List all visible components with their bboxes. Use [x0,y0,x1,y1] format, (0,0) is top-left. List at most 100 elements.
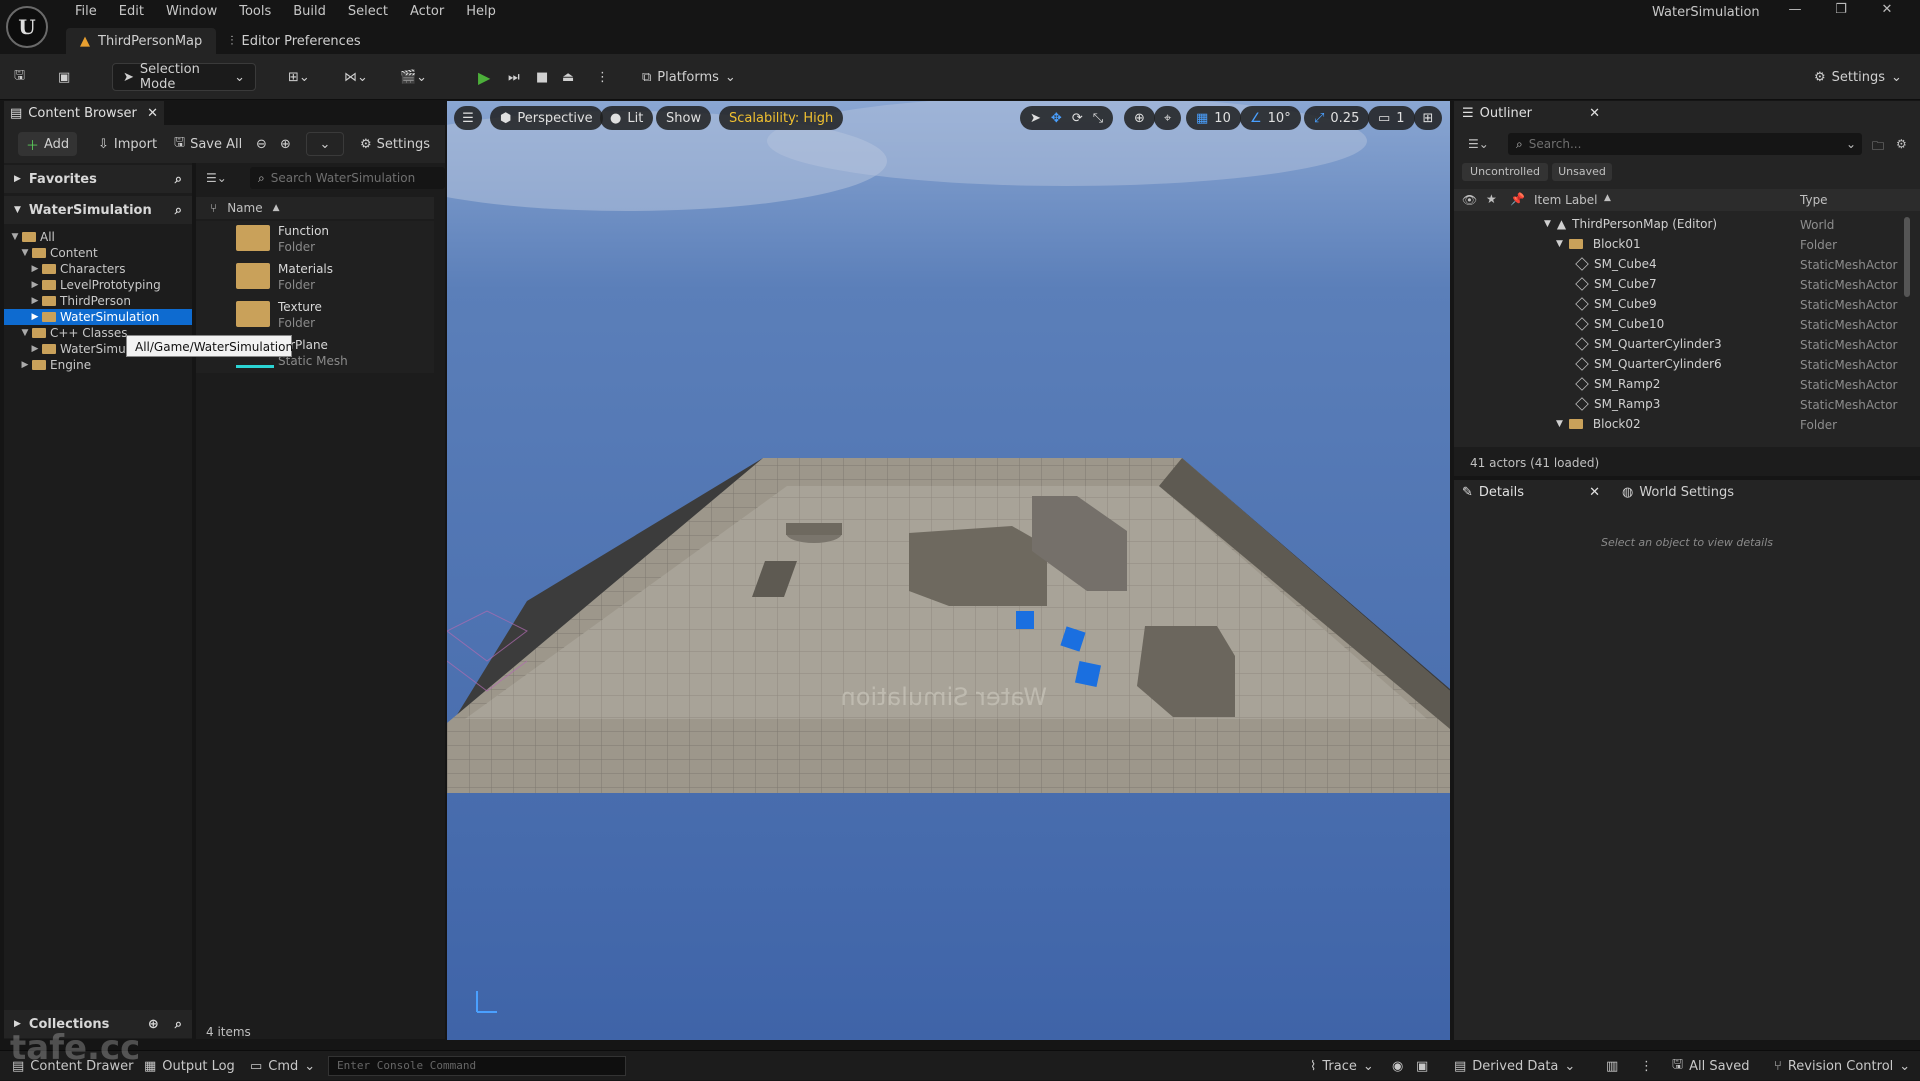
close-icon[interactable]: ✕ [1864,2,1910,17]
content-icon[interactable]: ▣ [58,63,70,91]
scale-snap-toggle[interactable]: ⤢ 0.25 [1304,106,1370,130]
back-icon[interactable]: ⊖ [256,132,267,156]
layout-icon[interactable]: ⊞ [1414,106,1442,130]
item-label-header[interactable]: Item Label [1534,193,1598,207]
type-header[interactable]: Type [1800,193,1828,207]
asset-item[interactable]: Materials Folder [196,259,434,297]
unsaved-filter[interactable]: Unsaved [1552,163,1612,181]
viewport-menu-icon[interactable]: ☰ [454,106,482,130]
pin-icon[interactable]: 📌 [1510,192,1525,206]
platforms-dropdown[interactable]: ⧉ Platforms ⌄ [642,63,736,91]
tab-thirdpersonmap[interactable]: ▲ ThirdPersonMap [66,28,217,54]
tab-details[interactable]: ✎ Details ✕ [1454,480,1604,504]
console-input[interactable]: Enter Console Command [328,1056,626,1076]
restore-icon[interactable]: ❐ [1818,2,1864,17]
selection-mode-dropdown[interactable]: ➤ Selection Mode ⌄ [112,62,256,92]
translate-icon[interactable]: ✥ [1051,111,1062,126]
outliner-row[interactable]: SM_Cube9 StaticMeshActor [1454,295,1920,315]
tree-item-watersimulation[interactable]: ▶ WaterSimulation [4,309,192,325]
stop-icon[interactable]: ■ [536,63,548,91]
outliner-row[interactable]: SM_Ramp3 StaticMeshActor [1454,395,1920,415]
minimize-icon[interactable]: — [1772,2,1818,17]
scalability-badge[interactable]: Scalability: High [719,106,844,130]
stats-icon[interactable]: ▥ [1606,1051,1618,1081]
settings-dropdown[interactable]: ⚙ Settings ⌄ [1814,63,1902,91]
outliner-row[interactable]: ▼ Block01 Folder [1454,235,1920,255]
menu-edit[interactable]: Edit [108,3,155,21]
cinematics-icon[interactable]: 🎬⌄ [400,63,427,91]
menu-help[interactable]: Help [455,3,507,21]
add-actor-icon[interactable]: ⊞⌄ [288,63,310,91]
revision-control-dropdown[interactable]: ⑂ Revision Control ⌄ [1774,1051,1910,1081]
cmd-dropdown[interactable]: ▭ Cmd ⌄ [250,1051,315,1081]
outliner-row[interactable]: ▼ Block02 Folder [1454,415,1920,435]
menu-file[interactable]: File [64,3,108,21]
more-options-icon[interactable]: ⋮ [596,63,609,91]
level-viewport[interactable]: Water Simulation [447,101,1450,1040]
search-icon[interactable]: ⌕ [175,172,182,187]
unreal-logo-icon[interactable]: U [6,6,48,48]
show-dropdown[interactable]: Show [656,106,712,130]
tab-content-browser[interactable]: ▤ Content Browser ✕ [4,101,164,125]
tree-item-all[interactable]: ▼ All [4,229,192,245]
menu-window[interactable]: Window [155,3,228,21]
camera-icon[interactable]: ▣ [1416,1051,1428,1081]
add-folder-icon[interactable]: 🗀 [1872,137,1884,158]
perspective-dropdown[interactable]: ⬢ Perspective [490,106,603,130]
history-dropdown[interactable]: ⌄ [306,132,344,156]
surface-snap-icon[interactable]: ⌖ [1154,106,1182,130]
select-icon[interactable]: ➤ [1030,111,1041,126]
derived-data-dropdown[interactable]: ▤ Derived Data ⌄ [1454,1051,1575,1081]
menu-select[interactable]: Select [337,3,399,21]
menu-build[interactable]: Build [282,3,337,21]
filter-icon[interactable]: ☰⌄ [1468,137,1489,151]
save-all-button[interactable]: 🖫 Save All [174,132,242,156]
menu-actor[interactable]: Actor [399,3,455,21]
tree-item-engine[interactable]: ▶ Engine [4,357,192,373]
import-button[interactable]: ⇩ Import [98,132,157,156]
asset-search-input[interactable]: ⌕ Search WaterSimulation [250,167,445,189]
search-icon[interactable]: ⌕ [175,1017,182,1032]
grid-snap-toggle[interactable]: ▦ 10 [1186,106,1241,130]
asset-item[interactable]: Function Folder [196,221,434,259]
tab-editor-preferences[interactable]: ⫶ Editor Preferences [216,28,374,54]
lit-dropdown[interactable]: ● Lit [600,106,654,130]
content-settings-button[interactable]: ⚙ Settings [360,132,430,156]
more-options-icon[interactable]: ⋮ [1640,1051,1653,1081]
outliner-row[interactable]: SM_Ramp2 StaticMeshActor [1454,375,1920,395]
uncontrolled-filter[interactable]: Uncontrolled [1462,163,1548,181]
rotation-snap-toggle[interactable]: ∠ 10° [1240,106,1301,130]
step-icon[interactable]: ⏭ [508,63,520,91]
outliner-row[interactable]: SM_Cube7 StaticMeshActor [1454,275,1920,295]
outliner-row[interactable]: SM_Cube4 StaticMeshActor [1454,255,1920,275]
add-collection-icon[interactable]: ⊕ [148,1017,159,1032]
tree-item-content[interactable]: ▼ Content [4,245,192,261]
camera-speed-toggle[interactable]: ▭ 1 [1368,106,1415,130]
rotate-icon[interactable]: ⟳ [1072,111,1083,126]
outliner-search-input[interactable]: ⌕ Search... ⌄ [1508,133,1862,155]
filter-icon[interactable]: ☰⌄ [206,171,227,185]
asset-item[interactable]: Texture Folder [196,297,434,335]
save-icon[interactable]: 🖫 [14,63,25,91]
trace-dropdown[interactable]: ⌇ Trace ⌄ [1310,1051,1374,1081]
close-icon[interactable]: ✕ [1589,106,1600,121]
star-icon[interactable]: ★ [1486,192,1497,206]
eject-icon[interactable]: ⏏ [562,63,574,91]
record-icon[interactable]: ◉ [1392,1051,1403,1081]
gear-icon[interactable]: ⚙ [1896,137,1907,151]
output-log-button[interactable]: ▦ Output Log [144,1051,235,1081]
menu-tools[interactable]: Tools [228,3,282,21]
blueprint-icon[interactable]: ⋈⌄ [344,63,368,91]
add-button[interactable]: ＋ Add [18,132,78,156]
watersimulation-header[interactable]: ▼ WaterSimulation ⌕ [4,196,192,224]
close-icon[interactable]: ✕ [1589,485,1600,500]
name-column-header[interactable]: ⑂ Name ▲ [196,197,434,219]
outliner-scrollbar[interactable] [1904,217,1910,297]
tab-outliner[interactable]: ☰ Outliner ✕ [1454,101,1604,125]
outliner-row[interactable]: SM_QuarterCylinder6 StaticMeshActor [1454,355,1920,375]
outliner-row[interactable]: SM_Cube10 StaticMeshActor [1454,315,1920,335]
all-saved-button[interactable]: 🖫 All Saved [1672,1051,1750,1081]
favorites-header[interactable]: ▶ Favorites ⌕ [4,165,192,193]
tree-item-levelprototyping[interactable]: ▶ LevelPrototyping [4,277,192,293]
search-icon[interactable]: ⌕ [175,203,182,218]
